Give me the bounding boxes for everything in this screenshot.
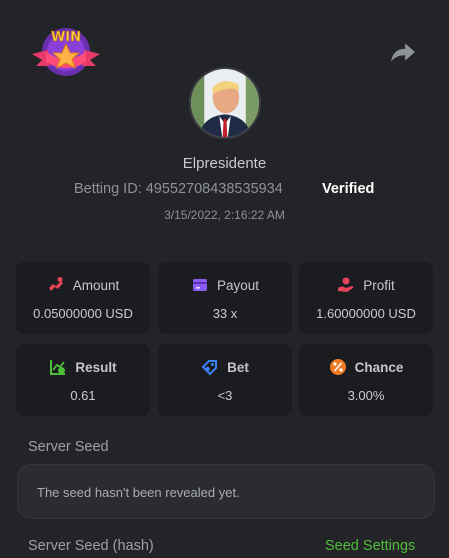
server-seed-label: Server Seed	[28, 439, 109, 455]
stat-card-bet: Bet <3	[158, 344, 292, 416]
hand-coin-icon	[338, 277, 354, 292]
verified-badge: Verified	[322, 181, 375, 197]
stat-card-result: Result 0.61	[16, 344, 150, 416]
stat-label: Amount	[72, 277, 120, 293]
stat-label: Profit	[363, 277, 395, 293]
percent-icon	[329, 359, 346, 375]
share-arrow-icon	[391, 43, 415, 62]
stat-value: 0.61	[70, 388, 96, 403]
stat-label: Payout	[216, 277, 260, 293]
user-avatar	[189, 67, 261, 139]
stat-value: 33 x	[212, 306, 238, 321]
chart-check-icon	[50, 360, 66, 375]
server-seed-hash-label: Server Seed (hash)	[28, 538, 154, 554]
stat-card-payout: Payout 33 x	[158, 262, 292, 334]
stat-label: Result	[75, 359, 117, 375]
seed-settings-link[interactable]: Seed Settings	[325, 538, 415, 554]
stat-value: 3.00%	[347, 388, 385, 403]
stat-label: Bet	[227, 359, 249, 375]
stat-value: 1.60000000 USD	[316, 306, 416, 321]
stat-value: 0.05000000 USD	[33, 306, 133, 321]
stat-card-amount: Amount 0.05000000 USD	[16, 262, 150, 334]
bet-timestamp: 3/15/2022, 2:16:22 AM	[164, 208, 285, 222]
betting-id: Betting ID: 49552708438535934	[74, 181, 283, 197]
svg-text:WIN: WIN	[51, 30, 81, 45]
tag-icon	[201, 360, 218, 376]
server-seed-message: The seed hasn't been revealed yet.	[37, 485, 240, 500]
stat-label: Chance	[354, 359, 404, 375]
stat-card-chance: Chance 3.00%	[299, 344, 433, 416]
win-logo: WIN	[30, 22, 102, 80]
username: Elpresidente	[182, 155, 267, 172]
stat-card-profit: Profit 1.60000000 USD	[299, 262, 433, 334]
server-seed-field: The seed hasn't been revealed yet.	[17, 464, 435, 519]
win-star-badge-icon: WIN	[32, 28, 100, 76]
share-button[interactable]	[390, 40, 416, 64]
stat-value: <3	[217, 388, 233, 403]
wallet-icon	[192, 279, 207, 291]
avatar-image	[191, 69, 259, 137]
coins-icon	[48, 277, 63, 291]
